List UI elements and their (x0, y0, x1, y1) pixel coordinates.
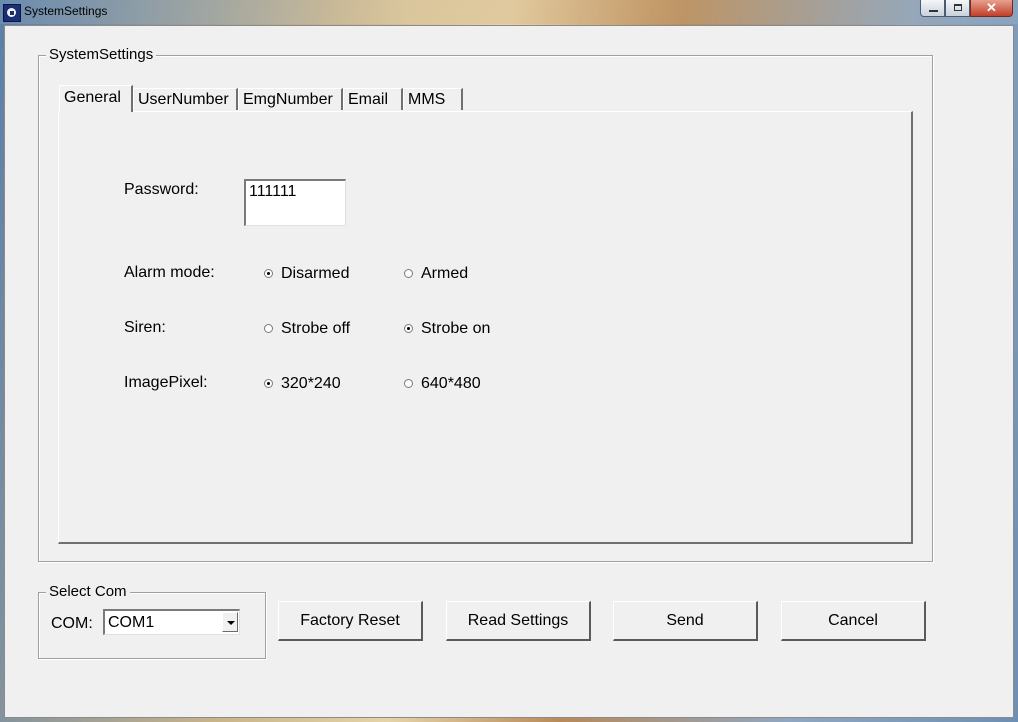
alarm-armed-label: Armed (421, 265, 469, 282)
close-button[interactable]: ✕ (970, 0, 1013, 17)
read-settings-button[interactable]: Read Settings (446, 601, 591, 641)
tab-usernumber-label: UserNumber (138, 91, 229, 108)
password-value: 111111 (249, 183, 297, 200)
system-settings-caption: SystemSettings (46, 46, 157, 63)
siren-strobe-off-label: Strobe off (281, 320, 351, 337)
tab-mms[interactable]: MMS (403, 88, 463, 110)
send-button[interactable]: Send (613, 601, 758, 641)
tab-email-label: Email (348, 91, 389, 108)
radio-unchecked-icon (404, 379, 413, 388)
com-label: COM: (51, 615, 93, 632)
system-settings-window: SystemSettings ✕ SystemSettings General … (0, 0, 1018, 722)
radio-checked-icon (264, 269, 273, 278)
image-pixel-label: ImagePixel: (124, 374, 208, 391)
pixel-640-radio[interactable]: 640*480 (404, 375, 504, 393)
minimize-icon (929, 10, 938, 12)
tab-general[interactable]: General (59, 85, 133, 112)
password-input[interactable]: 111111 (244, 179, 346, 226)
radio-unchecked-icon (264, 324, 273, 333)
com-select[interactable]: COM1 (103, 609, 240, 635)
pixel-320-label: 320*240 (281, 375, 341, 392)
maximize-icon (954, 4, 962, 11)
siren-strobe-on-radio[interactable]: Strobe on (404, 320, 514, 338)
siren-strobe-on-label: Strobe on (421, 320, 491, 337)
tab-emgnumber[interactable]: EmgNumber (238, 88, 343, 110)
siren-label: Siren: (124, 319, 166, 336)
alarm-disarmed-label: Disarmed (281, 265, 350, 282)
siren-strobe-off-radio[interactable]: Strobe off (264, 320, 374, 338)
tab-general-label: General (64, 89, 121, 106)
com-select-value: COM1 (108, 614, 155, 631)
radio-unchecked-icon (404, 269, 413, 278)
factory-reset-button[interactable]: Factory Reset (278, 601, 423, 641)
alarm-disarmed-radio[interactable]: Disarmed (264, 265, 374, 283)
app-icon (3, 4, 21, 22)
password-label: Password: (124, 181, 199, 198)
pixel-320-radio[interactable]: 320*240 (264, 375, 364, 393)
window-title: SystemSettings (24, 4, 108, 18)
minimize-button[interactable] (920, 0, 945, 17)
tab-emgnumber-label: EmgNumber (243, 91, 333, 108)
tab-email[interactable]: Email (343, 88, 403, 110)
radio-checked-icon (264, 379, 273, 388)
select-com-caption: Select Com (46, 583, 130, 600)
tab-mms-label: MMS (408, 91, 446, 108)
alarm-mode-label: Alarm mode: (124, 264, 215, 281)
close-icon: ✕ (986, 0, 997, 15)
cancel-button[interactable]: Cancel (781, 601, 926, 641)
maximize-button[interactable] (945, 0, 970, 17)
alarm-armed-radio[interactable]: Armed (404, 265, 494, 283)
pixel-640-label: 640*480 (421, 375, 481, 392)
title-bar[interactable]: SystemSettings ✕ (0, 0, 1018, 24)
tab-usernumber[interactable]: UserNumber (133, 88, 238, 110)
chevron-down-icon[interactable] (222, 612, 238, 632)
radio-checked-icon (404, 324, 413, 333)
